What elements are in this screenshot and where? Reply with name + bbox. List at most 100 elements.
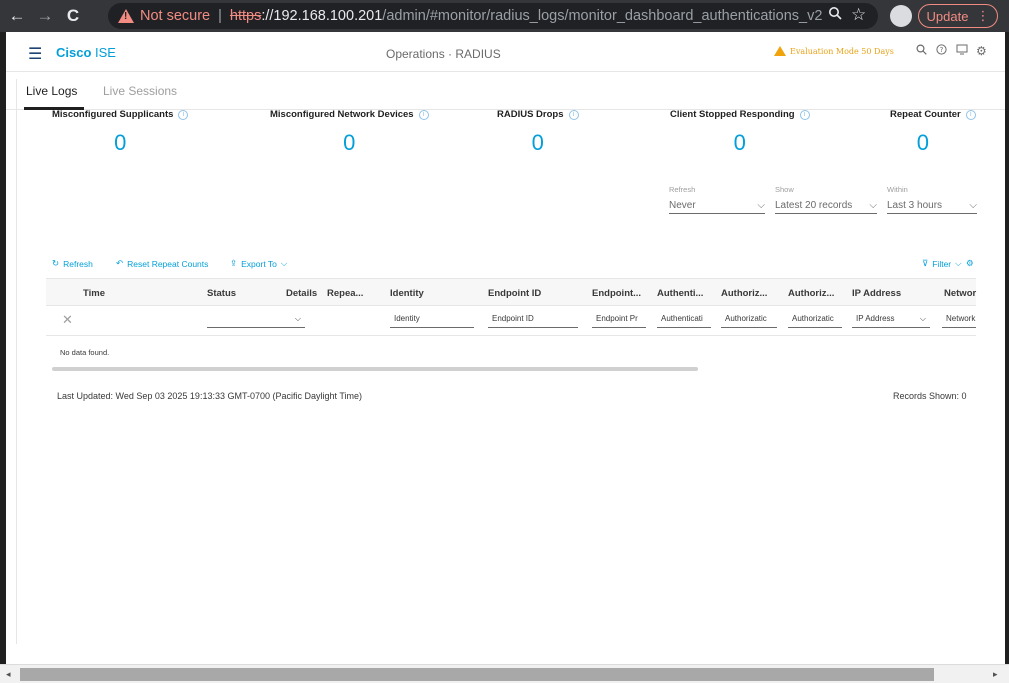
url-scheme: https <box>229 8 262 24</box>
brand-logo[interactable]: Cisco ISE <box>56 45 116 60</box>
identity-filter-input[interactable]: Identity <box>390 314 474 328</box>
counter-repeat-counter[interactable]: Repeat Counter i 0 <box>890 109 976 156</box>
counter-value: 0 <box>733 130 746 155</box>
update-label: Update <box>926 8 969 24</box>
counter-misconfigured-supplicants[interactable]: Misconfigured Supplicants i 0 <box>52 109 189 156</box>
export-icon: ⇪ <box>230 258 238 268</box>
hamburger-menu-icon[interactable]: ☰ <box>28 44 42 64</box>
last-updated-text: Last Updated: Wed Sep 03 2025 19:13:33 G… <box>57 391 363 401</box>
column-header-authorization-2[interactable]: Authoriz... <box>788 288 834 299</box>
address-bar[interactable]: Not secure | https://192.168.100.201/adm… <box>108 3 878 29</box>
chevron-down-icon: ⌵ <box>280 258 288 268</box>
status-filter-select[interactable]: ⌵ <box>207 314 305 328</box>
page-horizontal-scrollbar[interactable]: ◂ ▸ <box>0 664 1009 683</box>
settings-gear-icon[interactable]: ⚙ <box>976 44 987 58</box>
browser-toolbar: ← → C Not secure | https://192.168.100.2… <box>0 0 1009 32</box>
clear-filters-icon[interactable]: ✕ <box>62 312 73 328</box>
column-header-authorization-1[interactable]: Authoriz... <box>721 288 767 299</box>
refresh-icon: ↻ <box>52 258 60 268</box>
evaluation-badge[interactable]: Evaluation Mode 50 Days <box>774 46 894 56</box>
filter-row: ✕ ⌵ Identity Endpoint ID Endpoint Pr Aut… <box>46 306 976 336</box>
info-icon[interactable]: i <box>799 109 810 120</box>
table-horizontal-scrollbar[interactable] <box>52 367 698 371</box>
refresh-select[interactable]: Never ⌵ <box>669 198 765 214</box>
refresh-control: Refresh Never ⌵ <box>669 185 765 214</box>
column-header-endpoint-id[interactable]: Endpoint ID <box>488 288 541 299</box>
reset-repeat-counts-button[interactable]: ↶ Reset Repeat Counts <box>116 258 208 269</box>
column-header-time[interactable]: Time <box>83 288 105 299</box>
svg-text:?: ? <box>940 46 944 54</box>
not-secure-label: Not secure <box>140 8 211 24</box>
no-data-message: No data found. <box>60 348 110 357</box>
zoom-icon[interactable] <box>828 6 842 24</box>
chevron-down-icon: ⌵ <box>969 200 977 211</box>
notifications-icon[interactable] <box>956 44 968 58</box>
network-filter-input[interactable]: Network <box>942 314 976 328</box>
page-breadcrumb: Operations · RADIUS <box>386 47 501 61</box>
counter-label: Misconfigured Network Devices <box>270 109 414 120</box>
within-caption: Within <box>887 185 908 194</box>
column-header-ip-address[interactable]: IP Address <box>852 288 901 299</box>
column-header-endpoint-profile[interactable]: Endpoint... <box>592 288 641 299</box>
forward-arrow-icon[interactable]: → <box>34 5 56 27</box>
scroll-right-arrow-icon[interactable]: ▸ <box>993 669 998 680</box>
warning-triangle-icon <box>774 46 786 56</box>
ip-address-filter-select[interactable]: IP Address ⌵ <box>852 314 930 328</box>
live-logs-table: Time Status Details Repea... Identity En… <box>46 278 976 357</box>
filter-button[interactable]: ⊽ Filter ⌵ <box>922 258 962 269</box>
bookmark-star-icon[interactable]: ☆ <box>851 5 866 25</box>
refresh-caption: Refresh <box>669 185 696 194</box>
column-header-network[interactable]: Networ <box>944 288 976 299</box>
profile-avatar[interactable] <box>890 5 912 27</box>
refresh-label: Refresh <box>63 258 93 269</box>
counter-label: RADIUS Drops <box>497 109 564 120</box>
within-select[interactable]: Last 3 hours ⌵ <box>887 198 977 214</box>
ip-address-filter-text: IP Address <box>856 314 895 323</box>
tab-live-logs[interactable]: Live Logs <box>26 84 77 98</box>
grid-settings-gear-icon[interactable]: ⚙ <box>966 258 974 269</box>
reload-icon[interactable]: C <box>62 5 84 27</box>
app-header: ☰ Cisco ISE Operations · RADIUS Evaluati… <box>6 32 1005 72</box>
chevron-down-icon: ⌵ <box>869 200 877 211</box>
counters-row: Misconfigured Supplicants i 0 Misconfigur… <box>0 109 1000 169</box>
counter-value: 0 <box>531 130 544 155</box>
scroll-left-arrow-icon[interactable]: ◂ <box>6 669 11 680</box>
authentication-filter-input[interactable]: Authenticati <box>657 314 711 328</box>
column-header-repeat[interactable]: Repea... <box>327 288 363 299</box>
column-header-authentication[interactable]: Authenti... <box>657 288 703 299</box>
refresh-button[interactable]: ↻ Refresh <box>52 258 93 269</box>
within-value: Last 3 hours <box>887 200 943 211</box>
search-icon[interactable] <box>916 44 927 58</box>
show-select[interactable]: Latest 20 records ⌵ <box>775 198 877 214</box>
chevron-down-icon: ⌵ <box>757 200 765 211</box>
counter-radius-drops[interactable]: RADIUS Drops i 0 <box>497 109 579 156</box>
column-header-details[interactable]: Details <box>286 288 317 299</box>
counter-misconfigured-network-devices[interactable]: Misconfigured Network Devices i 0 <box>270 109 429 156</box>
info-icon[interactable]: i <box>418 109 429 120</box>
column-header-identity[interactable]: Identity <box>390 288 424 299</box>
column-header-status[interactable]: Status <box>207 288 236 299</box>
refresh-value: Never <box>669 200 696 211</box>
authorization-1-filter-input[interactable]: Authorizatic <box>721 314 777 328</box>
help-icon[interactable]: ? <box>936 44 947 58</box>
endpoint-id-filter-input[interactable]: Endpoint ID <box>488 314 578 328</box>
tab-live-sessions[interactable]: Live Sessions <box>103 84 177 98</box>
export-label: Export To <box>241 258 277 269</box>
scrollbar-thumb[interactable] <box>20 668 934 681</box>
authorization-2-filter-input[interactable]: Authorizatic <box>788 314 842 328</box>
show-control: Show Latest 20 records ⌵ <box>775 185 877 214</box>
tab-bar: Live Logs Live Sessions <box>6 72 1005 110</box>
update-button[interactable]: Update ⋮ <box>918 4 998 28</box>
records-shown-text: Records Shown: 0 <box>893 391 967 401</box>
filter-label: Filter <box>932 258 952 269</box>
info-icon[interactable]: i <box>965 109 976 120</box>
endpoint-profile-filter-input[interactable]: Endpoint Pr <box>592 314 646 328</box>
info-icon[interactable]: i <box>568 109 579 120</box>
counter-client-stopped-responding[interactable]: Client Stopped Responding i 0 <box>670 109 810 156</box>
filter-funnel-icon: ⊽ <box>922 258 929 268</box>
evaluation-text: Evaluation Mode 50 Days <box>790 46 894 56</box>
export-to-button[interactable]: ⇪ Export To ⌵ <box>230 258 287 269</box>
brand-product: ISE <box>91 45 116 60</box>
back-arrow-icon[interactable]: ← <box>6 5 28 27</box>
info-icon[interactable]: i <box>178 109 189 120</box>
